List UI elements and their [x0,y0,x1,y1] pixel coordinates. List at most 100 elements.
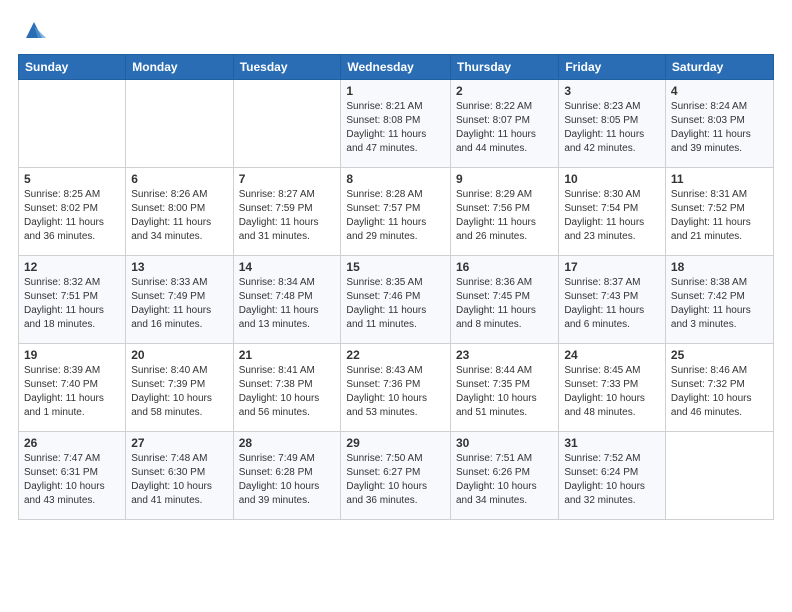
day-info: Sunrise: 8:26 AM Sunset: 8:00 PM Dayligh… [131,188,227,244]
calendar-cell: 16 Sunrise: 8:36 AM Sunset: 7:45 PM Dayli… [450,256,558,344]
day-info: Sunrise: 7:48 AM Sunset: 6:30 PM Dayligh… [131,452,227,508]
day-number: 15 [346,260,445,274]
logo-icon [20,16,48,44]
calendar-cell: 3 Sunrise: 8:23 AM Sunset: 8:05 PM Daylig… [559,80,666,168]
calendar-cell: 14 Sunrise: 8:34 AM Sunset: 7:48 PM Dayli… [233,256,341,344]
calendar-week-3: 19 Sunrise: 8:39 AM Sunset: 7:40 PM Dayli… [19,344,774,432]
calendar-cell: 22 Sunrise: 8:43 AM Sunset: 7:36 PM Dayli… [341,344,451,432]
calendar-week-0: 1Sunrise: 8:21 AM Sunset: 8:08 PM Daylig… [19,80,774,168]
day-number: 16 [456,260,553,274]
day-info: Sunrise: 8:27 AM Sunset: 7:59 PM Dayligh… [239,188,336,244]
calendar-header-wednesday: Wednesday [341,55,451,80]
day-number: 23 [456,348,553,362]
day-info: Sunrise: 8:40 AM Sunset: 7:39 PM Dayligh… [131,364,227,420]
day-info: Sunrise: 8:21 AM Sunset: 8:08 PM Dayligh… [346,100,445,156]
day-number: 9 [456,172,553,186]
day-info: Sunrise: 7:47 AM Sunset: 6:31 PM Dayligh… [24,452,120,508]
calendar-cell: 10Sunrise: 8:30 AM Sunset: 7:54 PM Dayli… [559,168,666,256]
calendar-header-saturday: Saturday [665,55,773,80]
calendar-cell: 24 Sunrise: 8:45 AM Sunset: 7:33 PM Dayli… [559,344,666,432]
day-number: 8 [346,172,445,186]
day-info: Sunrise: 7:51 AM Sunset: 6:26 PM Dayligh… [456,452,553,508]
logo [18,16,48,44]
calendar-cell: 26 Sunrise: 7:47 AM Sunset: 6:31 PM Dayli… [19,432,126,520]
day-info: Sunrise: 8:28 AM Sunset: 7:57 PM Dayligh… [346,188,445,244]
calendar-cell: 23 Sunrise: 8:44 AM Sunset: 7:35 PM Dayli… [450,344,558,432]
day-info: Sunrise: 8:38 AM Sunset: 7:42 PM Dayligh… [671,276,768,332]
day-number: 26 [24,436,120,450]
day-number: 24 [564,348,660,362]
calendar-cell: 19 Sunrise: 8:39 AM Sunset: 7:40 PM Dayli… [19,344,126,432]
day-number: 13 [131,260,227,274]
day-number: 6 [131,172,227,186]
day-number: 27 [131,436,227,450]
calendar-cell: 27 Sunrise: 7:48 AM Sunset: 6:30 PM Dayli… [126,432,233,520]
day-info: Sunrise: 8:30 AM Sunset: 7:54 PM Dayligh… [564,188,660,244]
calendar-cell: 4 Sunrise: 8:24 AM Sunset: 8:03 PM Daylig… [665,80,773,168]
day-info: Sunrise: 8:36 AM Sunset: 7:45 PM Dayligh… [456,276,553,332]
calendar-header-monday: Monday [126,55,233,80]
calendar-cell: 20Sunrise: 8:40 AM Sunset: 7:39 PM Dayli… [126,344,233,432]
calendar-header-thursday: Thursday [450,55,558,80]
calendar-week-1: 5Sunrise: 8:25 AM Sunset: 8:02 PM Daylig… [19,168,774,256]
calendar-cell: 21 Sunrise: 8:41 AM Sunset: 7:38 PM Dayli… [233,344,341,432]
day-info: Sunrise: 8:23 AM Sunset: 8:05 PM Dayligh… [564,100,660,156]
day-number: 12 [24,260,120,274]
day-info: Sunrise: 8:24 AM Sunset: 8:03 PM Dayligh… [671,100,768,156]
day-number: 22 [346,348,445,362]
calendar-cell: 13 Sunrise: 8:33 AM Sunset: 7:49 PM Dayli… [126,256,233,344]
day-info: Sunrise: 8:41 AM Sunset: 7:38 PM Dayligh… [239,364,336,420]
day-number: 21 [239,348,336,362]
day-info: Sunrise: 8:34 AM Sunset: 7:48 PM Dayligh… [239,276,336,332]
calendar-cell: 18Sunrise: 8:38 AM Sunset: 7:42 PM Dayli… [665,256,773,344]
calendar-cell: 6 Sunrise: 8:26 AM Sunset: 8:00 PM Daylig… [126,168,233,256]
day-number: 28 [239,436,336,450]
day-info: Sunrise: 8:25 AM Sunset: 8:02 PM Dayligh… [24,188,120,244]
day-info: Sunrise: 8:22 AM Sunset: 8:07 PM Dayligh… [456,100,553,156]
calendar-week-2: 12 Sunrise: 8:32 AM Sunset: 7:51 PM Dayli… [19,256,774,344]
day-info: Sunrise: 8:29 AM Sunset: 7:56 PM Dayligh… [456,188,553,244]
calendar: SundayMondayTuesdayWednesdayThursdayFrid… [18,54,774,520]
day-info: Sunrise: 8:33 AM Sunset: 7:49 PM Dayligh… [131,276,227,332]
day-number: 7 [239,172,336,186]
page: SundayMondayTuesdayWednesdayThursdayFrid… [0,0,792,612]
day-number: 14 [239,260,336,274]
calendar-cell: 12 Sunrise: 8:32 AM Sunset: 7:51 PM Dayli… [19,256,126,344]
calendar-header-sunday: Sunday [19,55,126,80]
day-info: Sunrise: 8:32 AM Sunset: 7:51 PM Dayligh… [24,276,120,332]
calendar-cell: 31 Sunrise: 7:52 AM Sunset: 6:24 PM Dayli… [559,432,666,520]
calendar-week-4: 26 Sunrise: 7:47 AM Sunset: 6:31 PM Dayli… [19,432,774,520]
day-number: 31 [564,436,660,450]
day-info: Sunrise: 8:39 AM Sunset: 7:40 PM Dayligh… [24,364,120,420]
calendar-cell: 29 Sunrise: 7:50 AM Sunset: 6:27 PM Dayli… [341,432,451,520]
day-number: 3 [564,84,660,98]
calendar-cell: 7 Sunrise: 8:27 AM Sunset: 7:59 PM Daylig… [233,168,341,256]
calendar-cell: 30Sunrise: 7:51 AM Sunset: 6:26 PM Dayli… [450,432,558,520]
day-info: Sunrise: 8:45 AM Sunset: 7:33 PM Dayligh… [564,364,660,420]
day-info: Sunrise: 8:43 AM Sunset: 7:36 PM Dayligh… [346,364,445,420]
day-number: 29 [346,436,445,450]
calendar-cell: 25 Sunrise: 8:46 AM Sunset: 7:32 PM Dayli… [665,344,773,432]
day-info: Sunrise: 8:46 AM Sunset: 7:32 PM Dayligh… [671,364,768,420]
day-info: Sunrise: 7:50 AM Sunset: 6:27 PM Dayligh… [346,452,445,508]
day-info: Sunrise: 8:31 AM Sunset: 7:52 PM Dayligh… [671,188,768,244]
day-number: 4 [671,84,768,98]
header [18,16,774,44]
calendar-cell: 9 Sunrise: 8:29 AM Sunset: 7:56 PM Daylig… [450,168,558,256]
day-info: Sunrise: 7:49 AM Sunset: 6:28 PM Dayligh… [239,452,336,508]
calendar-header-row: SundayMondayTuesdayWednesdayThursdayFrid… [19,55,774,80]
calendar-cell [233,80,341,168]
calendar-cell: 5Sunrise: 8:25 AM Sunset: 8:02 PM Daylig… [19,168,126,256]
day-info: Sunrise: 8:44 AM Sunset: 7:35 PM Dayligh… [456,364,553,420]
day-number: 19 [24,348,120,362]
calendar-cell [19,80,126,168]
calendar-header-friday: Friday [559,55,666,80]
day-info: Sunrise: 7:52 AM Sunset: 6:24 PM Dayligh… [564,452,660,508]
day-number: 25 [671,348,768,362]
calendar-cell: 17Sunrise: 8:37 AM Sunset: 7:43 PM Dayli… [559,256,666,344]
calendar-cell [665,432,773,520]
day-number: 2 [456,84,553,98]
day-number: 11 [671,172,768,186]
day-info: Sunrise: 8:37 AM Sunset: 7:43 PM Dayligh… [564,276,660,332]
calendar-cell: 8 Sunrise: 8:28 AM Sunset: 7:57 PM Daylig… [341,168,451,256]
